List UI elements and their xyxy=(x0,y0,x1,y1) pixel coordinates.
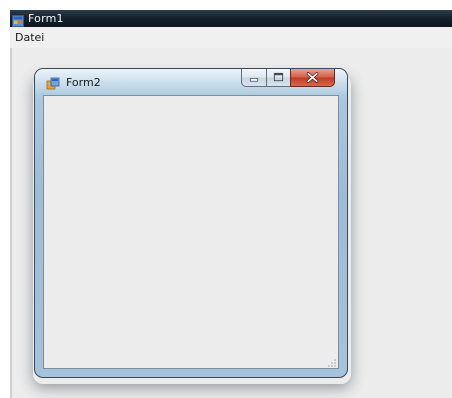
form2-window[interactable]: Form2 xyxy=(34,68,348,378)
form1-title: Form1 xyxy=(28,12,64,25)
app-window-icon xyxy=(46,76,60,90)
form2-client-area xyxy=(43,95,339,369)
minimize-icon xyxy=(249,78,259,82)
minimize-button[interactable] xyxy=(241,69,267,87)
size-grip-icon[interactable] xyxy=(327,357,337,367)
menu-bar: Datei xyxy=(10,27,452,48)
form1-titlebar[interactable]: Form1 xyxy=(10,10,452,27)
close-icon xyxy=(306,72,319,83)
caption-buttons xyxy=(241,69,337,88)
maximize-button[interactable] xyxy=(266,69,291,87)
app-window-icon xyxy=(12,12,24,27)
mdi-client-edge xyxy=(10,48,12,398)
menu-item-datei[interactable]: Datei xyxy=(13,30,46,45)
maximize-icon xyxy=(273,72,284,82)
close-button[interactable] xyxy=(290,69,335,87)
form2-title: Form2 xyxy=(66,76,101,89)
